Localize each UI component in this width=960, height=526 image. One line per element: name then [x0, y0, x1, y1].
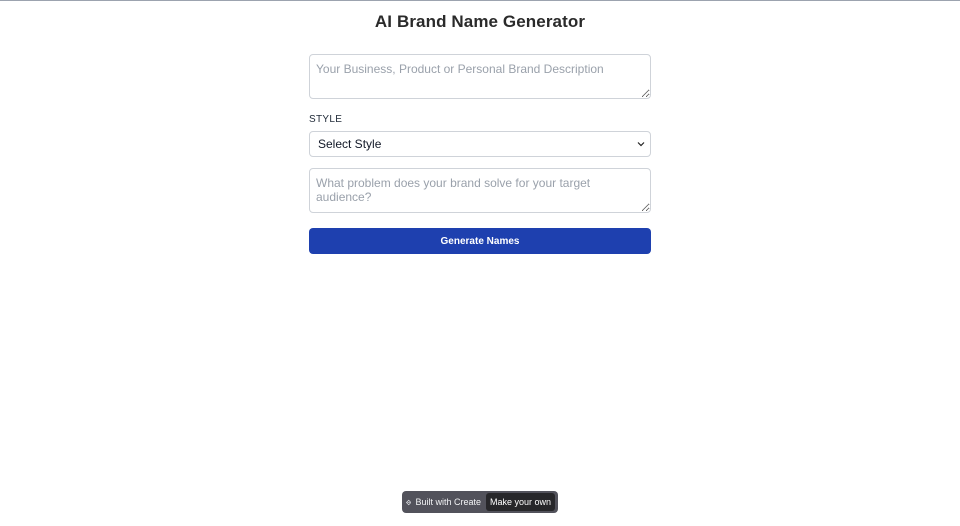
chevron-down-icon	[637, 142, 645, 147]
style-select[interactable]: Select Style	[309, 131, 651, 157]
page-title: AI Brand Name Generator	[374, 12, 586, 31]
make-your-own-button[interactable]: Make your own	[485, 493, 555, 511]
problem-input[interactable]	[309, 168, 651, 213]
description-input[interactable]	[309, 54, 651, 99]
create-logo-icon	[406, 499, 412, 505]
built-with-create-badge[interactable]: Built with Create Make your own	[402, 491, 558, 513]
style-select-value: Select Style	[318, 137, 382, 151]
generate-names-button[interactable]: Generate Names	[309, 228, 651, 254]
built-with-label: Built with Create	[415, 497, 481, 507]
generator-form: STYLE Select Style Generate Names	[309, 54, 651, 254]
page: AI Brand Name Generator STYLE Select Sty…	[0, 0, 960, 526]
style-label: STYLE	[309, 114, 343, 125]
